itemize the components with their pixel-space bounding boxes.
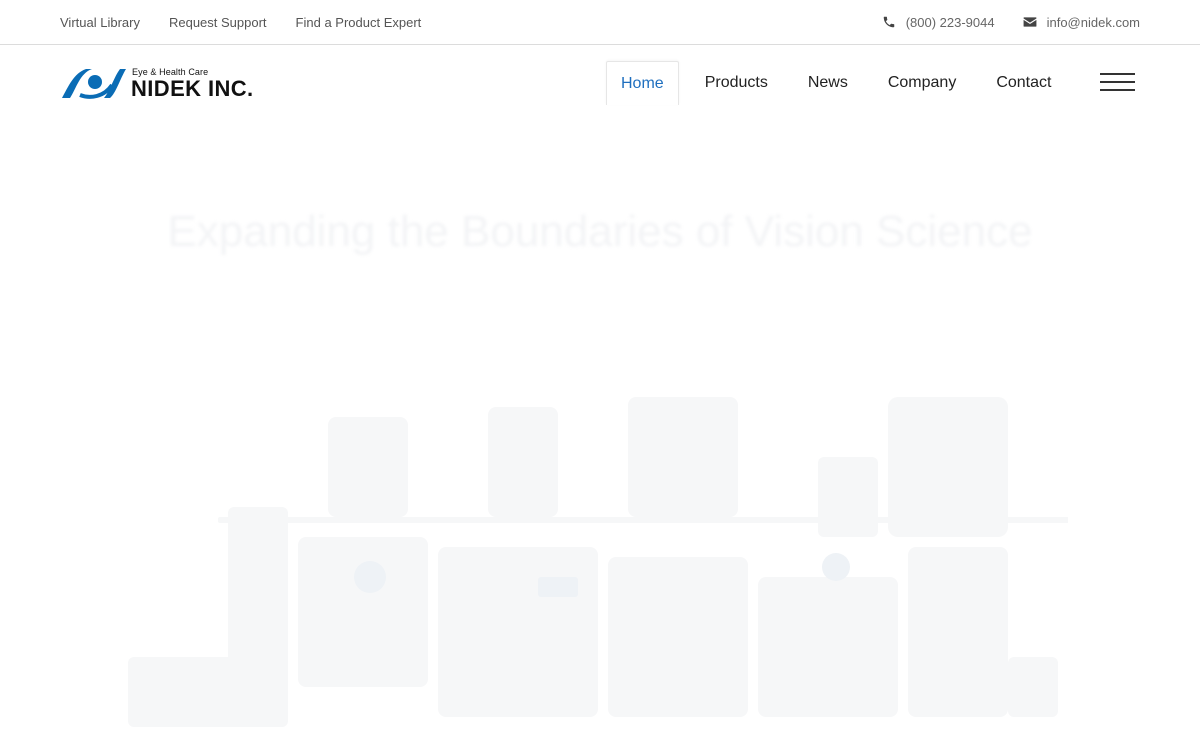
nav-company[interactable]: Company [868,61,976,105]
nidek-logo-mark [62,69,126,99]
email-address: info@nidek.com [1046,14,1140,30]
email-contact[interactable]: info@nidek.com [1023,15,1140,30]
request-support-link[interactable]: Request Support [169,15,267,30]
hero-product-image [128,397,1068,727]
contact-info: (800) 223-9044 info@nidek.com [882,0,1140,44]
hero-title: Expanding the Boundaries of Vision Scien… [167,207,1033,256]
nav-contact[interactable]: Contact [976,61,1071,105]
utility-links: Virtual Library Request Support Find a P… [60,0,421,45]
nav-home[interactable]: Home [606,61,679,105]
hamburger-menu-icon[interactable] [1100,73,1135,93]
top-utility-bar: Virtual Library Request Support Find a P… [0,0,1200,45]
envelope-icon [1023,16,1037,28]
virtual-library-link[interactable]: Virtual Library [60,15,140,30]
phone-icon [882,15,896,29]
logo-brand: NIDEK INC. [131,76,254,101]
nav-news[interactable]: News [788,61,868,105]
hero-section: Expanding the Boundaries of Vision Scien… [0,121,1200,750]
nav-products[interactable]: Products [685,61,788,105]
primary-nav: Home Products News Company Contact [606,61,1071,105]
phone-number: (800) 223-9044 [905,14,995,30]
find-product-expert-link[interactable]: Find a Product Expert [296,15,422,30]
phone-contact[interactable]: (800) 223-9044 [882,15,995,30]
main-header: Eye & Health Care NIDEK INC. Home Produc… [0,45,1200,121]
nidek-logo[interactable]: Eye & Health Care NIDEK INC. [60,67,260,101]
